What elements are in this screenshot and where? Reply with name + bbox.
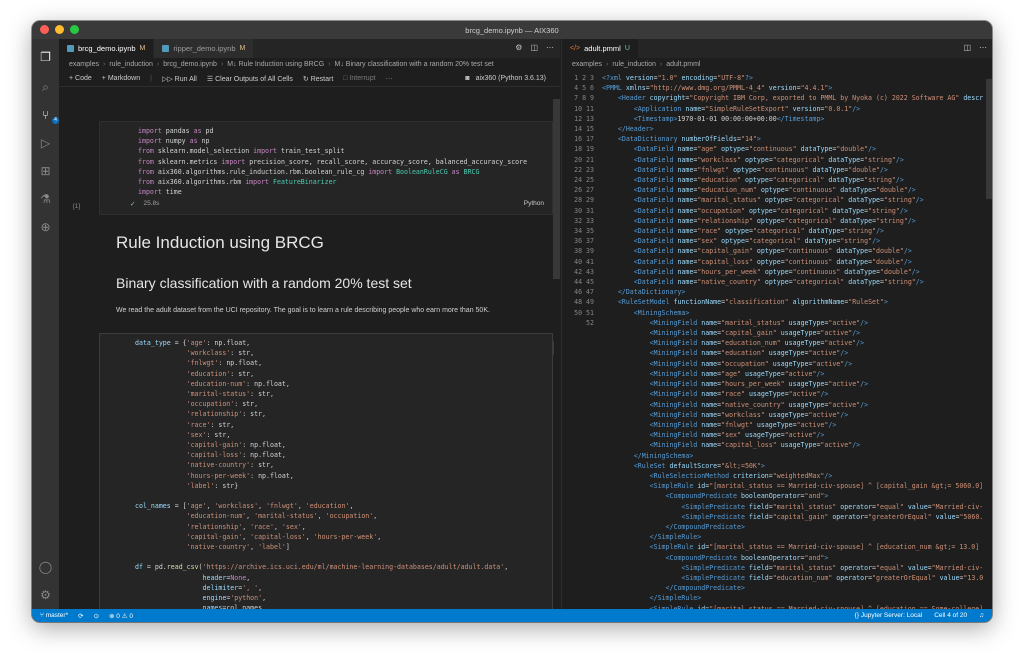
scrollbar[interactable] — [986, 79, 992, 199]
tab-label: ripper_demo.ipynb — [173, 44, 236, 53]
status-bar: ⑂ master* ⟳ ⊙ ⊗ 0 ⚠ 0 {} Jupyter Server:… — [32, 609, 992, 622]
sync-icon[interactable]: ⟳ — [78, 612, 83, 620]
xml-editor-body[interactable]: 1 2 3 4 5 6 7 8 9 10 11 12 13 14 15 16 1… — [562, 73, 992, 609]
tab-adult-pmml[interactable]: </> adult.pmml U — [562, 39, 639, 58]
more-actions-icon[interactable]: ⋯ — [546, 43, 554, 52]
kernel-label: aix360 (Python 3.6.13) — [475, 75, 546, 82]
code-editor[interactable]: import pandas as pd import numpy as np f… — [100, 122, 552, 197]
kernel-icon: ◙ — [465, 75, 470, 82]
xml-editor: </> adult.pmml U ◫ ⋯ examples › rule_indu… — [561, 39, 992, 609]
settings-icon[interactable]: ⚙ — [515, 43, 522, 52]
search-icon[interactable]: ⌕ — [38, 79, 53, 94]
xml-file-icon: </> — [570, 45, 581, 52]
scrollbar[interactable] — [553, 99, 560, 279]
split-editor-icon[interactable]: ◫ — [530, 43, 538, 52]
breadcrumb-item[interactable]: rule_induction — [109, 61, 153, 68]
close-window-button[interactable] — [40, 25, 49, 34]
activity-bar: ❐ ⌕ ⑂ 4 ▷ ⊞ ⚗ ⊕ ◯ ⚙ — [32, 39, 59, 609]
cell-status-bar: ✓ 25.8s Python — [100, 197, 552, 210]
breadcrumb-item[interactable]: adult.pmml — [666, 61, 700, 68]
run-all-button[interactable]: ▷▷ Run All — [162, 75, 197, 83]
editor-actions: ◫ ⋯ — [963, 43, 987, 52]
notebook-icon — [67, 45, 74, 52]
more-actions-icon[interactable]: ⋯ — [979, 43, 987, 52]
breadcrumb-item[interactable]: brcg_demo.ipynb — [163, 61, 217, 68]
notebook-toolbar: + Code + Markdown | ▷▷ Run All ☰ Clear O… — [59, 71, 560, 87]
cell-indicator[interactable]: Cell 4 of 20 — [934, 612, 967, 619]
restart-button[interactable]: ↻ Restart — [303, 75, 333, 83]
split-editor-icon[interactable]: ◫ — [963, 43, 971, 52]
tab-ripper-demo[interactable]: ripper_demo.ipynb M — [154, 39, 255, 58]
account-icon[interactable]: ◯ — [38, 559, 53, 574]
code-cell-imports[interactable]: import pandas as pd import numpy as np f… — [99, 121, 553, 215]
jupyter-server-status[interactable]: {} Jupyter Server: Local — [855, 612, 923, 619]
breadcrumb: examples › rule_induction › brcg_demo.ipyn… — [69, 61, 494, 68]
extensions-icon[interactable]: ⊞ — [38, 163, 53, 178]
editor-tabs: brcg_demo.ipynb M ripper_demo.ipynb M ⚙ … — [59, 39, 560, 58]
code-cell-read-data[interactable]: data_type = {'age': np.float, 'workclass… — [99, 333, 553, 609]
line-numbers: 1 2 3 4 5 6 7 8 9 10 11 12 13 14 15 16 1… — [574, 74, 594, 327]
tab-label: adult.pmml — [584, 44, 621, 53]
success-check-icon: ✓ — [130, 200, 136, 208]
breadcrumb-item[interactable]: examples — [572, 61, 602, 68]
modified-badge: M — [139, 45, 146, 52]
breadcrumb-item[interactable]: M↓ Binary classification with a random 2… — [335, 61, 494, 68]
kernel-picker[interactable]: ◙ aix360 (Python 3.6.13) — [465, 75, 546, 82]
markdown-h2: Binary classification with a random 20% … — [116, 275, 412, 291]
clear-outputs-button[interactable]: ☰ Clear Outputs of All Cells — [207, 75, 293, 83]
add-code-button[interactable]: + Code — [69, 75, 92, 82]
notebook-icon — [162, 45, 170, 52]
markdown-paragraph: We read the adult dataset from the UCI r… — [116, 307, 490, 314]
remote-icon[interactable]: ⊙ — [94, 612, 99, 620]
app-window: brcg_demo.ipynb — AIX360 ❐ ⌕ ⑂ 4 ▷ ⊞ ⚗ ⊕ … — [32, 21, 992, 622]
breadcrumb-item[interactable]: rule_induction — [612, 61, 656, 68]
source-control-icon[interactable]: ⑂ 4 — [38, 107, 59, 124]
execution-time: 25.8s — [143, 200, 160, 208]
more-icon[interactable]: ⋯ — [386, 75, 393, 83]
modified-badge: M — [239, 45, 246, 52]
window-title: brcg_demo.ipynb — AIX360 — [465, 25, 559, 35]
source-control-badge: 4 — [52, 117, 59, 124]
notifications-icon[interactable]: ♫ — [979, 612, 984, 619]
run-debug-icon[interactable]: ▷ — [38, 135, 53, 150]
title-bar: brcg_demo.ipynb — AIX360 — [32, 21, 992, 39]
zoom-window-button[interactable] — [70, 25, 79, 34]
notebook-editor: brcg_demo.ipynb M ripper_demo.ipynb M ⚙ … — [59, 39, 560, 609]
minimize-window-button[interactable] — [55, 25, 64, 34]
add-markdown-button[interactable]: + Markdown — [102, 75, 140, 82]
code-editor[interactable]: data_type = {'age': np.float, 'workclass… — [100, 334, 552, 609]
interrupt-button[interactable]: □ Interrupt — [343, 75, 375, 82]
window-controls — [40, 25, 79, 34]
branch-indicator[interactable]: ⑂ master* — [40, 612, 68, 619]
markdown-h1: Rule Induction using BRCG — [116, 233, 324, 252]
testing-icon[interactable]: ⚗ — [38, 191, 53, 206]
problems-indicator[interactable]: ⊗ 0 ⚠ 0 — [109, 612, 133, 620]
tab-label: brcg_demo.ipynb — [78, 44, 136, 53]
editor-actions: ⚙ ◫ ⋯ — [515, 43, 554, 52]
files-icon[interactable]: ❐ — [38, 49, 53, 64]
xml-code[interactable]: <?xml version="1.0" encoding="UTF-8"?> <… — [602, 73, 983, 609]
remote-explorer-icon[interactable]: ⊕ — [38, 219, 53, 234]
breadcrumb-item[interactable]: examples — [69, 61, 99, 68]
cell-language[interactable]: Python — [524, 200, 544, 207]
untracked-badge: U — [624, 45, 630, 52]
breadcrumb: examples › rule_induction › adult.pmml — [572, 61, 701, 68]
execution-count: [1] — [73, 203, 81, 210]
settings-gear-icon[interactable]: ⚙ — [38, 587, 53, 602]
tab-brcg-demo[interactable]: brcg_demo.ipynb M — [59, 39, 155, 58]
editor-tabs: </> adult.pmml U ◫ ⋯ — [562, 39, 992, 58]
breadcrumb-item[interactable]: M↓ Rule Induction using BRCG — [227, 61, 324, 68]
